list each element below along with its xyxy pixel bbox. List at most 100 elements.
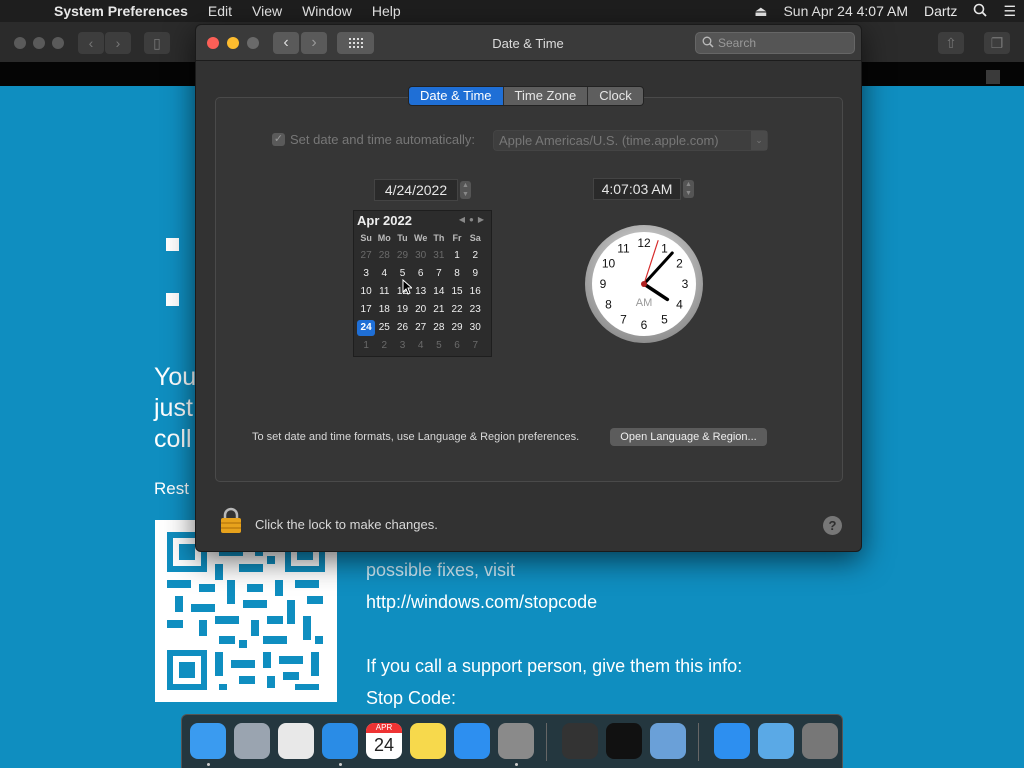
chrome-icon[interactable] [278,723,314,759]
calendar-day[interactable]: 27 [412,320,430,336]
notes-icon[interactable] [410,723,446,759]
browser-back-icon[interactable]: ‹ [78,32,104,54]
calendar-prev-icon[interactable]: ◀ [459,215,469,224]
calendar-day[interactable]: 3 [357,266,375,282]
calendar-day[interactable]: 30 [412,248,430,264]
calendar-day[interactable]: 3 [393,338,411,354]
calendar-day[interactable]: 27 [357,248,375,264]
app-store-icon[interactable] [454,723,490,759]
calendar-day[interactable]: 7 [466,338,484,354]
calendar-icon[interactable]: APR 24 [366,723,402,759]
menu-view[interactable]: View [242,3,292,19]
eject-icon[interactable]: ⏏ [746,3,775,20]
browser-close-icon[interactable] [14,37,26,49]
calendar-day[interactable]: 6 [448,338,466,354]
network-utility-icon[interactable] [562,723,598,759]
calendar-today-icon[interactable]: ● [469,215,478,224]
browser-forward-icon[interactable]: › [105,32,131,54]
preview-icon[interactable] [650,723,686,759]
downloads-folder-icon[interactable] [758,723,794,759]
calendar-day[interactable]: 21 [430,302,448,318]
browser-sidebar-icon[interactable]: ▯ [144,32,170,54]
back-icon[interactable]: ‹ [273,32,299,54]
calendar-day[interactable]: 16 [466,284,484,300]
forward-icon[interactable]: › [301,32,327,54]
date-stepper[interactable]: ▲ ▼ [460,181,471,199]
calendar-day[interactable]: 7 [430,266,448,282]
calendar-day[interactable]: 2 [375,338,393,354]
auto-time-checkbox[interactable]: ✓ [272,133,285,146]
notification-center-icon[interactable]: ☰ [995,3,1024,20]
calendar-next-icon[interactable]: ▶ [478,215,488,224]
browser-tabs-icon[interactable]: ❐ [984,32,1010,54]
menu-edit[interactable]: Edit [198,3,242,19]
calendar-day[interactable]: 11 [375,284,393,300]
menu-user[interactable]: Dartz [916,3,965,19]
calendar-day[interactable]: 25 [375,320,393,336]
calendar-day[interactable]: 17 [357,302,375,318]
time-stepper[interactable]: ▲ ▼ [683,180,694,198]
tab-clock[interactable]: Clock [588,87,643,105]
calendar-day[interactable]: 13 [412,284,430,300]
trash-icon[interactable] [802,723,838,759]
minimize-window-icon[interactable] [227,37,239,49]
launchpad-icon[interactable] [234,723,270,759]
calendar-day[interactable]: 9 [466,266,484,282]
system-preferences-icon[interactable] [498,723,534,759]
browser-share-icon[interactable]: ⇧ [938,32,964,54]
calendar-day[interactable]: 28 [375,248,393,264]
tab-time-zone[interactable]: Time Zone [503,87,589,105]
help-button[interactable]: ? [823,516,842,535]
terminal-icon[interactable] [606,723,642,759]
menu-window[interactable]: Window [292,3,362,19]
time-field[interactable]: 4:07:03 AM [593,178,681,200]
calendar-day[interactable]: 22 [448,302,466,318]
date-field[interactable]: 4/24/2022 [374,179,458,201]
calendar-day[interactable]: 15 [448,284,466,300]
menu-clock[interactable]: Sun Apr 24 4:07 AM [775,3,916,19]
calendar-day[interactable]: 14 [430,284,448,300]
tab-date-time[interactable]: Date & Time [409,87,504,105]
menu-app-name[interactable]: System Preferences [54,3,198,19]
finder-icon[interactable] [190,723,226,759]
calendar-day[interactable]: 20 [412,302,430,318]
menu-help[interactable]: Help [362,3,411,19]
calendar-day[interactable]: 28 [430,320,448,336]
calendar-day[interactable]: 26 [393,320,411,336]
calendar-day[interactable]: 6 [412,266,430,282]
lock-icon[interactable] [220,507,242,533]
calendar-day[interactable]: 10 [357,284,375,300]
zoom-window-icon[interactable] [247,37,259,49]
calendar-day[interactable]: 30 [466,320,484,336]
calendar-day[interactable]: 29 [393,248,411,264]
search-input[interactable] [718,35,848,51]
show-all-grid-icon[interactable] [337,32,374,54]
calendar-day[interactable]: 1 [357,338,375,354]
window-titlebar[interactable]: ‹ › Date & Time [196,25,861,61]
browser-minimize-icon[interactable] [33,37,45,49]
clock-numeral: 11 [617,241,630,255]
calendar-day[interactable]: 4 [375,266,393,282]
spotlight-icon[interactable] [965,3,995,20]
analog-clock[interactable]: 12 12 3 45678 9 1011 AM [584,224,704,344]
close-window-icon[interactable] [207,37,219,49]
open-language-region-button[interactable]: Open Language & Region... [610,428,767,446]
calendar-day[interactable]: 19 [393,302,411,318]
calendar-day[interactable]: 5 [430,338,448,354]
tab-overview-icon[interactable] [986,70,1000,84]
calendar-day[interactable]: 8 [448,266,466,282]
calendar-day[interactable]: 29 [448,320,466,336]
search-field[interactable] [695,32,855,54]
calendar-day[interactable]: 18 [375,302,393,318]
calendar-day[interactable]: 2 [466,248,484,264]
safari-icon[interactable] [322,723,358,759]
app-store-downloads-icon[interactable] [714,723,750,759]
time-server-select[interactable]: Apple Americas/U.S. (time.apple.com) ⌄ [493,130,768,151]
calendar-day[interactable]: 4 [412,338,430,354]
calendar-day-selected[interactable]: 24 [357,320,376,336]
calendar-day[interactable]: 23 [466,302,484,318]
calendar-day[interactable]: 1 [448,248,466,264]
bsod-url[interactable]: http://windows.com/stopcode [366,592,597,613]
browser-zoom-icon[interactable] [52,37,64,49]
calendar-day[interactable]: 31 [430,248,448,264]
